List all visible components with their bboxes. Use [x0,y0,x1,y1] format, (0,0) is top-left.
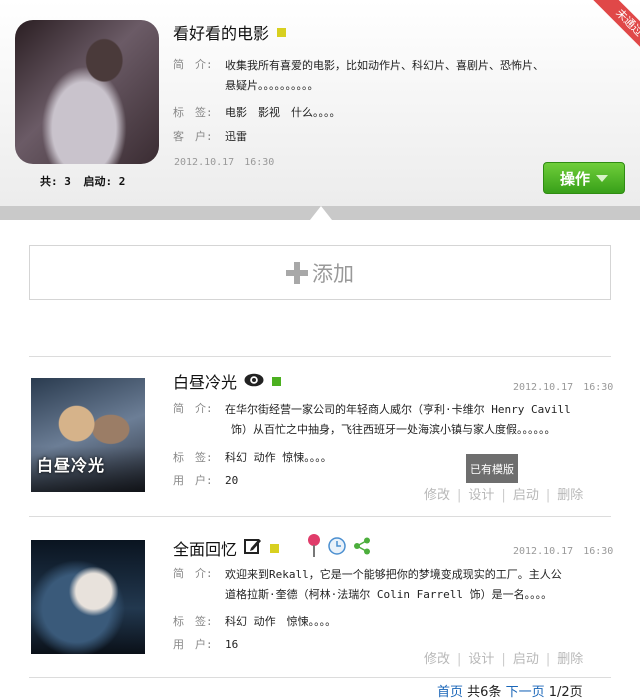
users-value: 20 [225,474,239,487]
movie-title: 全面回忆 [173,534,371,562]
tags-label: 标 签: [173,615,213,628]
movie-title: 白昼冷光 [173,369,282,393]
add-button[interactable]: 添加 [29,245,611,300]
client-label: 客 户: [173,130,213,143]
movie-poster[interactable] [31,540,145,654]
delete-link[interactable]: 删除 [557,652,583,667]
tags-value: 电影 影视 什么。。。。 [225,106,341,119]
intro-text-line1: 收集我所有喜爱的电影，比如动作片、科幻片、喜剧片、恐怖片、 [225,59,544,72]
stats-started: 启动: 2 [83,175,126,188]
users-label: 用 户: [173,638,213,651]
edit-icon[interactable] [244,537,262,559]
item-actions: 修改 | 设计 | 启动 | 删除 [424,488,584,503]
design-link[interactable]: 设计 [468,488,494,503]
status-badge [270,543,280,553]
client-row: 客 户: 迅雷 [173,127,247,147]
edit-link[interactable]: 修改 [424,488,450,503]
collection-date: 2012.10.17 16:30 [174,157,275,168]
collection-title: 看好看的电影 [173,20,287,44]
page-indicator: 1/2页 [548,685,583,700]
template-badge: 已有模版 [466,454,518,483]
intro-label: 简 介: [173,567,213,580]
intro-text-line1: 欢迎来到Rekall，它是一个能够把你的梦境变成现实的工厂。主人公 [225,568,562,581]
edit-link[interactable]: 修改 [424,652,450,667]
users-label: 用 户: [173,474,213,487]
delete-link[interactable]: 删除 [557,488,583,503]
users-value: 16 [225,638,239,651]
first-page-link[interactable]: 首页 [437,685,463,700]
plus-icon [286,261,308,284]
tags-row: 标 签: 电影 影视 什么。。。。 [173,103,341,123]
list-divider [29,516,611,517]
movie-date: 2012.10.17 16:30 [513,546,614,557]
list-divider [29,677,611,678]
tags-label: 标 签: [173,106,213,119]
intro-text-line2: 道格拉斯·奎德（柯林·法瑞尔 Colin Farrell 饰）是一名。。。。 [225,588,553,601]
intro-text-line2: 悬疑片。。。。。。。。。。 [225,79,319,92]
intro-text-line2: 饰）从百忙之中抽身，飞往西班牙一处海滨小镇与家人度假。。。。。。 [231,423,556,436]
tags-value: 科幻 动作 惊悚。。。。 [225,451,332,464]
tags-row: 标 签: 科幻 动作 惊悚。。。。 [173,612,336,632]
operate-button[interactable]: 操作 [543,162,625,194]
next-page-link[interactable]: 下一页 [506,685,545,700]
pagination: 首页 共6条 下一页 1/2页 [437,681,583,700]
intro-row: 简 介: 收集我所有喜爱的电影，比如动作片、科幻片、喜剧片、恐怖片、 悬疑片。。。。… [173,56,625,96]
stats-total: 共: 3 [40,175,71,188]
status-ribbon: 未通过 [586,0,640,54]
intro-text-line1: 在华尔街经营一家公司的年轻商人威尔（亨利·卡维尔 Henry Cavill [225,403,571,416]
intro-row: 简 介: 在华尔街经营一家公司的年轻商人威尔（亨利·卡维尔 Henry Cavil… [173,400,615,440]
tags-value: 科幻 动作 惊悚。。。。 [225,615,337,628]
users-row: 用 户: 16 [173,635,238,655]
tags-label: 标 签: [173,451,213,464]
item-actions: 修改 | 设计 | 启动 | 删除 [424,652,584,667]
header-divider-bar [0,206,640,220]
intro-label: 简 介: [173,58,213,71]
start-link[interactable]: 启动 [513,652,539,667]
eye-icon[interactable] [244,372,264,391]
status-badge [277,27,287,37]
intro-label: 简 介: [173,402,213,415]
list-divider [29,356,611,357]
clock-icon[interactable] [328,537,346,559]
pin-icon[interactable] [307,534,321,562]
dropdown-arrow-icon [596,174,608,182]
total-count: 共6条 [467,685,502,700]
movie-date: 2012.10.17 16:30 [513,382,614,393]
start-link[interactable]: 启动 [513,488,539,503]
intro-row: 简 介: 欢迎来到Rekall，它是一个能够把你的梦境变成现实的工厂。主人公 道格拉… [173,565,615,605]
movie-poster[interactable]: 白昼冷光 [31,378,145,492]
users-row: 用 户: 20 [173,471,238,491]
client-value: 迅雷 [225,130,247,143]
status-badge [272,376,282,386]
collection-cover-image [15,20,159,164]
collection-stats: 共: 3 启动: 2 [40,173,131,189]
pointer-notch [310,206,332,220]
tags-row: 标 签: 科幻 动作 惊悚。。。。 [173,448,332,468]
design-link[interactable]: 设计 [468,652,494,667]
share-icon[interactable] [353,537,371,559]
